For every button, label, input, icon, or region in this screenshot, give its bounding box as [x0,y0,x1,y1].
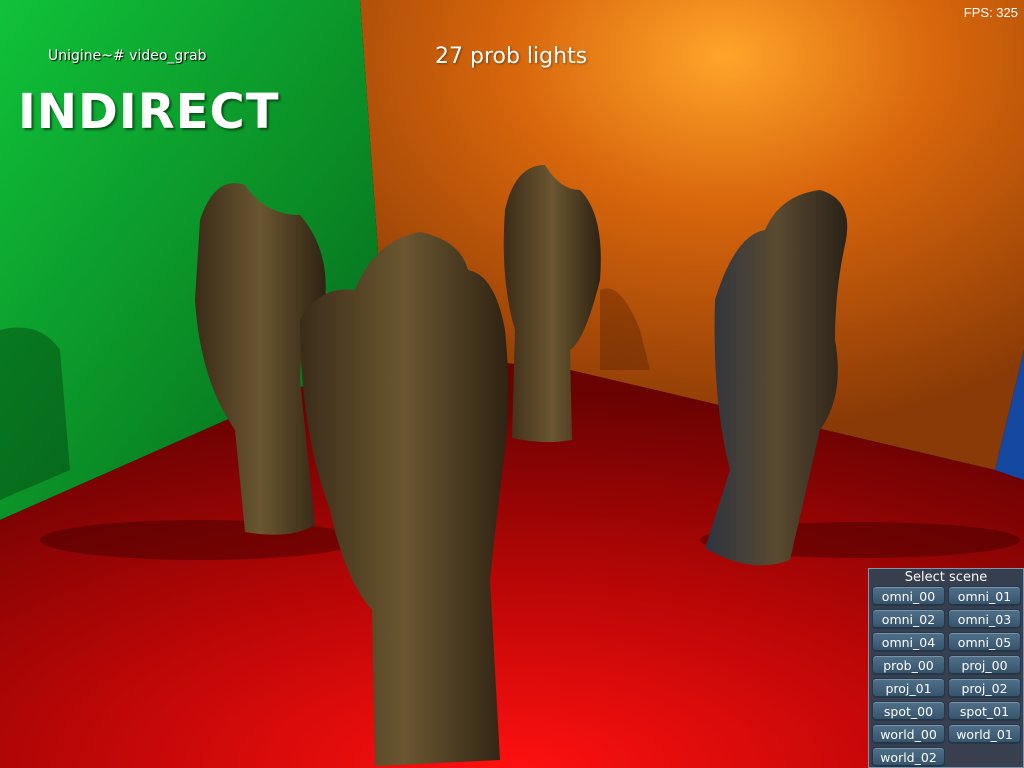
scene-selector-title: Select scene [904,570,988,585]
scene-button-proj-00[interactable]: proj_00 [948,655,1021,675]
console-command-text: Unigine~# video_grab [48,48,207,64]
scene-selector-panel: Select scene omni_00 omni_01 omni_02 omn… [868,568,1024,768]
fps-counter: FPS: 325 [963,5,1018,20]
scene-button-spot-00[interactable]: spot_00 [872,701,945,721]
scene-button-world-00[interactable]: world_00 [872,724,945,744]
lights-count-caption: 27 prob lights [435,44,588,69]
scene-button-spot-01[interactable]: spot_01 [948,701,1021,721]
scene-button-proj-02[interactable]: proj_02 [948,678,1021,698]
scene-button-world-02[interactable]: world_02 [872,747,945,767]
lighting-mode-label: INDIRECT [18,84,280,140]
scene-button-prob-00[interactable]: prob_00 [872,655,945,675]
scene-button-omni-02[interactable]: omni_02 [872,609,945,629]
scene-button-omni-03[interactable]: omni_03 [948,609,1021,629]
scene-button-omni-00[interactable]: omni_00 [872,586,945,606]
scene-button-omni-04[interactable]: omni_04 [872,632,945,652]
scene-button-world-01[interactable]: world_01 [948,724,1021,744]
scene-button-grid: omni_00 omni_01 omni_02 omni_03 omni_04 … [872,586,1022,767]
scene-button-proj-01[interactable]: proj_01 [872,678,945,698]
scene-button-omni-01[interactable]: omni_01 [948,586,1021,606]
scene-button-omni-05[interactable]: omni_05 [948,632,1021,652]
